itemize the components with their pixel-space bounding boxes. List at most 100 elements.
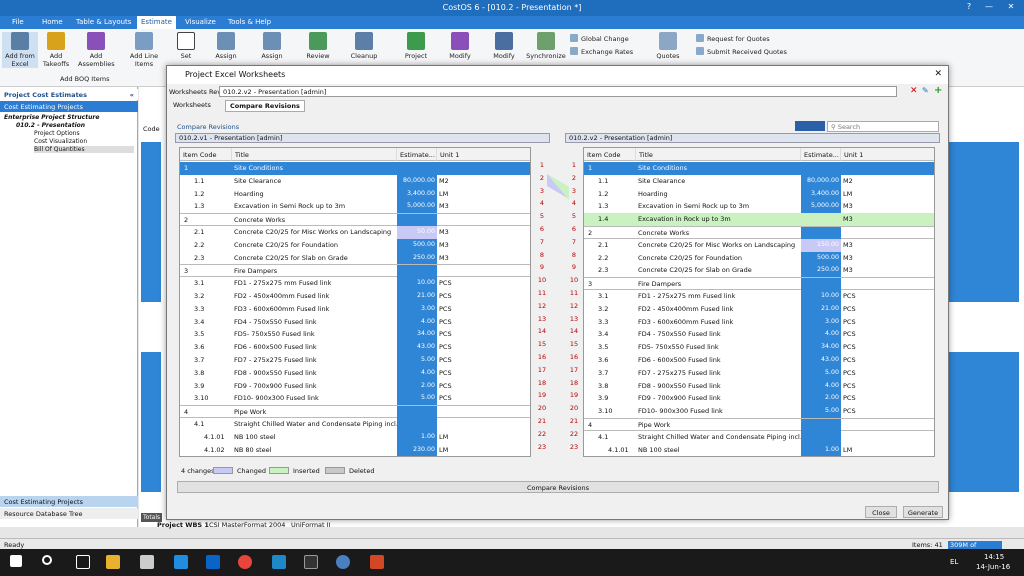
- add-from-excel-button[interactable]: Add from Excel: [2, 32, 38, 68]
- modify-button-2[interactable]: Modify: [486, 32, 522, 60]
- assign-button-1[interactable]: Assign: [208, 32, 244, 60]
- close-app-icon[interactable]: ✕: [1000, 2, 1022, 11]
- table-row[interactable]: 4.1 Straight Chilled Water and Condensate…: [584, 430, 934, 444]
- table-row[interactable]: 4.1.01 NB 100 steel 1.00 LM: [584, 443, 934, 456]
- tab-csi[interactable]: CSI MasterFormat 2004: [209, 521, 285, 529]
- table-row[interactable]: 1.3 Excavation in Semi Rock up to 3m 5,000…: [180, 200, 530, 214]
- exchange-rates-button[interactable]: Exchange Rates: [570, 47, 633, 56]
- search-input[interactable]: ⚲ Search: [827, 121, 939, 132]
- table-row[interactable]: 3.7 FD7 - 275x275 Fused link 5.00 PCS: [180, 354, 530, 367]
- table-row[interactable]: 4 Pipe Work: [180, 405, 530, 419]
- table-row[interactable]: 3.10 FD10- 900x300 Fused link 5.00 PCS: [180, 392, 530, 406]
- request-quotes-button[interactable]: Request for Quotes: [696, 34, 770, 43]
- nav-arrows-icon[interactable]: [795, 121, 825, 131]
- menu-visualize[interactable]: Visualize: [185, 18, 216, 26]
- compare-revisions-button[interactable]: Compare Revisions: [177, 481, 939, 493]
- bottom-tab-resources[interactable]: Resource Database Tree: [0, 508, 138, 519]
- col-unit[interactable]: Unit 1: [437, 148, 530, 161]
- table-row[interactable]: 4.1.02 NB 80 steel 230.00 LM: [180, 443, 530, 456]
- worksheets-select[interactable]: 010.2.v2 - Presentation [admin]: [219, 86, 897, 97]
- table-row[interactable]: 2 Concrete Works: [180, 213, 530, 227]
- add-icon[interactable]: +: [934, 85, 942, 96]
- assign-button-2[interactable]: Assign: [254, 32, 290, 60]
- left-revision-select[interactable]: 010.2.v1 - Presentation [admin]: [175, 133, 550, 143]
- table-row[interactable]: 3.9 FD9 - 700x900 Fused link 2.00 PCS: [180, 379, 530, 393]
- chrome-icon[interactable]: [238, 555, 252, 569]
- menu-estimate[interactable]: Estimate: [137, 16, 176, 29]
- bottom-tab-projects[interactable]: Cost Estimating Projects: [0, 496, 138, 507]
- edge-icon[interactable]: [174, 555, 188, 569]
- menu-home[interactable]: Home: [42, 18, 63, 26]
- table-row[interactable]: 3.6 FD6 - 600x500 Fused link 43.00 PCS: [180, 341, 530, 354]
- language-indicator[interactable]: EL: [950, 558, 958, 566]
- dropbox-icon[interactable]: [140, 555, 154, 569]
- table-row[interactable]: 1.3 Excavation in Semi Rock up to 3m 5,000…: [584, 200, 934, 214]
- table-row[interactable]: 2.2 Concrete C20/25 for Foundation 500.00 M…: [584, 251, 934, 265]
- table-row[interactable]: 3.5 FD5- 750x550 Fused link 34.00 PCS: [584, 341, 934, 354]
- quotes-button[interactable]: Quotes: [650, 32, 686, 60]
- table-row[interactable]: 2.3 Concrete C20/25 for Slab on Grade 250.…: [584, 264, 934, 278]
- task-view-icon[interactable]: [76, 555, 90, 569]
- outlook-icon[interactable]: [206, 555, 220, 569]
- table-row[interactable]: 3.5 FD5- 750x550 Fused link 34.00 PCS: [180, 328, 530, 342]
- table-row[interactable]: 3.3 FD3 - 600x600mm Fused link 3.00 PCS: [584, 315, 934, 329]
- edit-icon[interactable]: ✎: [922, 86, 929, 95]
- dialog-close-icon[interactable]: ✕: [934, 69, 942, 79]
- tree-item-project[interactable]: 010.2 - Presentation: [16, 122, 85, 129]
- table-row[interactable]: 4.1 Straight Chilled Water and Condensate…: [180, 418, 530, 431]
- table-row[interactable]: 3.8 FD8 - 900x550 Fused link 4.00 PCS: [180, 366, 530, 380]
- menu-table-layouts[interactable]: Table & Layouts: [76, 18, 131, 26]
- table-row[interactable]: 3.10 FD10- 900x300 Fused link 5.00 PCS: [584, 405, 934, 418]
- menu-tools-help[interactable]: Tools & Help: [228, 18, 271, 26]
- table-row[interactable]: 2.3 Concrete C20/25 for Slab on Grade 250.…: [180, 251, 530, 265]
- col-estimate[interactable]: Estimate...: [801, 148, 841, 161]
- table-row[interactable]: 3.8 FD8 - 900x550 Fused link 4.00 PCS: [584, 379, 934, 393]
- tab-uniformat[interactable]: UniFormat II: [291, 521, 331, 529]
- col-unit[interactable]: Unit 1: [841, 148, 934, 161]
- tree-item-boq[interactable]: Bill Of Quantities: [34, 146, 134, 153]
- table-row[interactable]: 3.1 FD1 - 275x275 mm Fused link 10.00 PCS: [180, 277, 530, 290]
- minimize-icon[interactable]: —: [978, 2, 1000, 11]
- table-row[interactable]: 2.2 Concrete C20/25 for Foundation 500.00 M…: [180, 238, 530, 252]
- add-assemblies-button[interactable]: Add Assemblies: [78, 32, 115, 68]
- table-row[interactable]: 2.1 Concrete C20/25 for Misc Works on Lan…: [180, 226, 530, 239]
- close-button[interactable]: Close: [865, 506, 897, 518]
- modify-button-1[interactable]: Modify: [442, 32, 478, 60]
- table-row[interactable]: 1.1 Site Clearance 80,000.00 M2: [180, 174, 530, 188]
- help-button[interactable]: ?: [958, 2, 980, 11]
- table-row[interactable]: 2.1 Concrete C20/25 for Misc Works on Lan…: [584, 238, 934, 252]
- project-button[interactable]: Project: [398, 32, 434, 60]
- table-row[interactable]: 1 Site Conditions: [584, 162, 934, 175]
- tree-item-visualization[interactable]: Cost Visualization: [34, 138, 87, 145]
- table-row[interactable]: 4.1.01 NB 100 steel 1.00 LM: [180, 430, 530, 444]
- table-row[interactable]: 3 Fire Dampers: [584, 277, 934, 291]
- col-title[interactable]: Title: [232, 148, 397, 161]
- table-row[interactable]: 3 Fire Dampers: [180, 264, 530, 279]
- table-row[interactable]: 3.6 FD6 - 600x500 Fused link 43.00 PCS: [584, 354, 934, 367]
- table-row[interactable]: 4 Pipe Work: [584, 418, 934, 432]
- table-row[interactable]: 3.2 FD2 - 450x400mm Fused link 21.00 PCS: [584, 302, 934, 316]
- tab-worksheets[interactable]: Worksheets: [173, 101, 211, 109]
- terminal-icon[interactable]: [304, 555, 318, 569]
- tree-item-options[interactable]: Project Options: [34, 130, 80, 137]
- col-title[interactable]: Title: [636, 148, 801, 161]
- table-row[interactable]: 3.1 FD1 - 275x275 mm Fused link 10.00 PCS: [584, 290, 934, 303]
- table-row[interactable]: 2 Concrete Works: [584, 226, 934, 240]
- app-icon[interactable]: [272, 555, 286, 569]
- add-line-items-button[interactable]: Add Line Items: [126, 32, 162, 68]
- generate-button[interactable]: Generate: [903, 506, 943, 518]
- table-row[interactable]: 3.2 FD2 - 450x400mm Fused link 21.00 PCS: [180, 290, 530, 303]
- add-takeoffs-button[interactable]: Add Takeoffs: [38, 32, 74, 68]
- set-button[interactable]: Set: [168, 32, 204, 60]
- costos-icon[interactable]: [336, 555, 350, 569]
- table-row[interactable]: 1.4 Excavation in Rock up to 3m M3: [584, 213, 934, 226]
- table-row[interactable]: 1.2 Hoarding 3,400.00 LM: [584, 187, 934, 201]
- search-taskbar-icon[interactable]: [42, 555, 52, 565]
- table-row[interactable]: 1.2 Hoarding 3,400.00 LM: [180, 187, 530, 201]
- synchronize-button[interactable]: Synchronize: [526, 32, 566, 60]
- global-change-button[interactable]: Global Change: [570, 34, 629, 43]
- submit-quotes-button[interactable]: Submit Received Quotes: [696, 47, 787, 56]
- table-row[interactable]: 1 Site Conditions: [180, 162, 530, 175]
- col-estimate[interactable]: Estimate...: [397, 148, 437, 161]
- table-row[interactable]: 3.7 FD7 - 275x275 Fused link 5.00 PCS: [584, 366, 934, 380]
